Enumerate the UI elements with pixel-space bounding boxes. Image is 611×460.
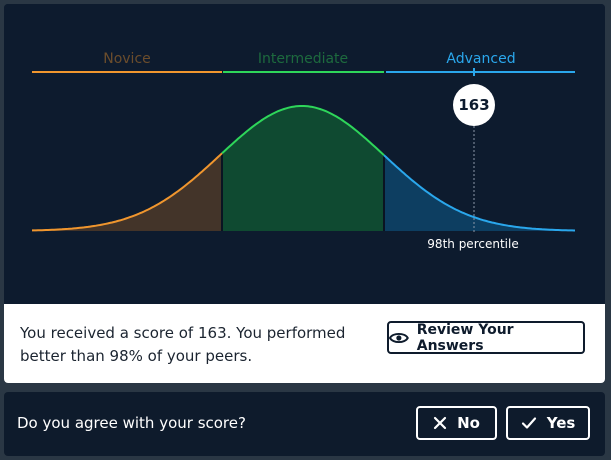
checkmark-icon — [521, 417, 536, 429]
yes-label: Yes — [546, 414, 576, 432]
level-label-intermediate: Intermediate — [258, 51, 348, 67]
level-label-novice: Novice — [103, 51, 151, 67]
percentile-label: 98th percentile — [427, 237, 518, 251]
eye-icon — [389, 332, 409, 343]
result-summary: You received a score of 163. You perform… — [20, 324, 346, 365]
agree-question: Do you agree with your score? — [17, 414, 246, 432]
score-distribution-chart: Novice Intermediate Advanced 163 98th pe… — [4, 4, 605, 304]
result-panel: You received a score of 163. You perform… — [4, 304, 605, 383]
yes-button[interactable]: Yes — [506, 406, 590, 440]
no-label: No — [457, 414, 480, 432]
novice-area — [32, 153, 222, 231]
intermediate-area — [222, 106, 384, 231]
review-answers-label: Review Your Answers — [416, 321, 514, 354]
score-marker-value: 163 — [458, 96, 489, 114]
no-button[interactable]: No — [416, 406, 497, 440]
close-icon — [433, 416, 447, 430]
distribution-svg: Novice Intermediate Advanced 163 98th pe… — [32, 51, 575, 251]
score-feedback-bar: Do you agree with your score? No Yes — [4, 392, 605, 456]
level-label-advanced: Advanced — [446, 51, 515, 67]
review-answers-button[interactable]: Review Your Answers — [387, 321, 585, 354]
score-card: Novice Intermediate Advanced 163 98th pe… — [4, 4, 605, 383]
